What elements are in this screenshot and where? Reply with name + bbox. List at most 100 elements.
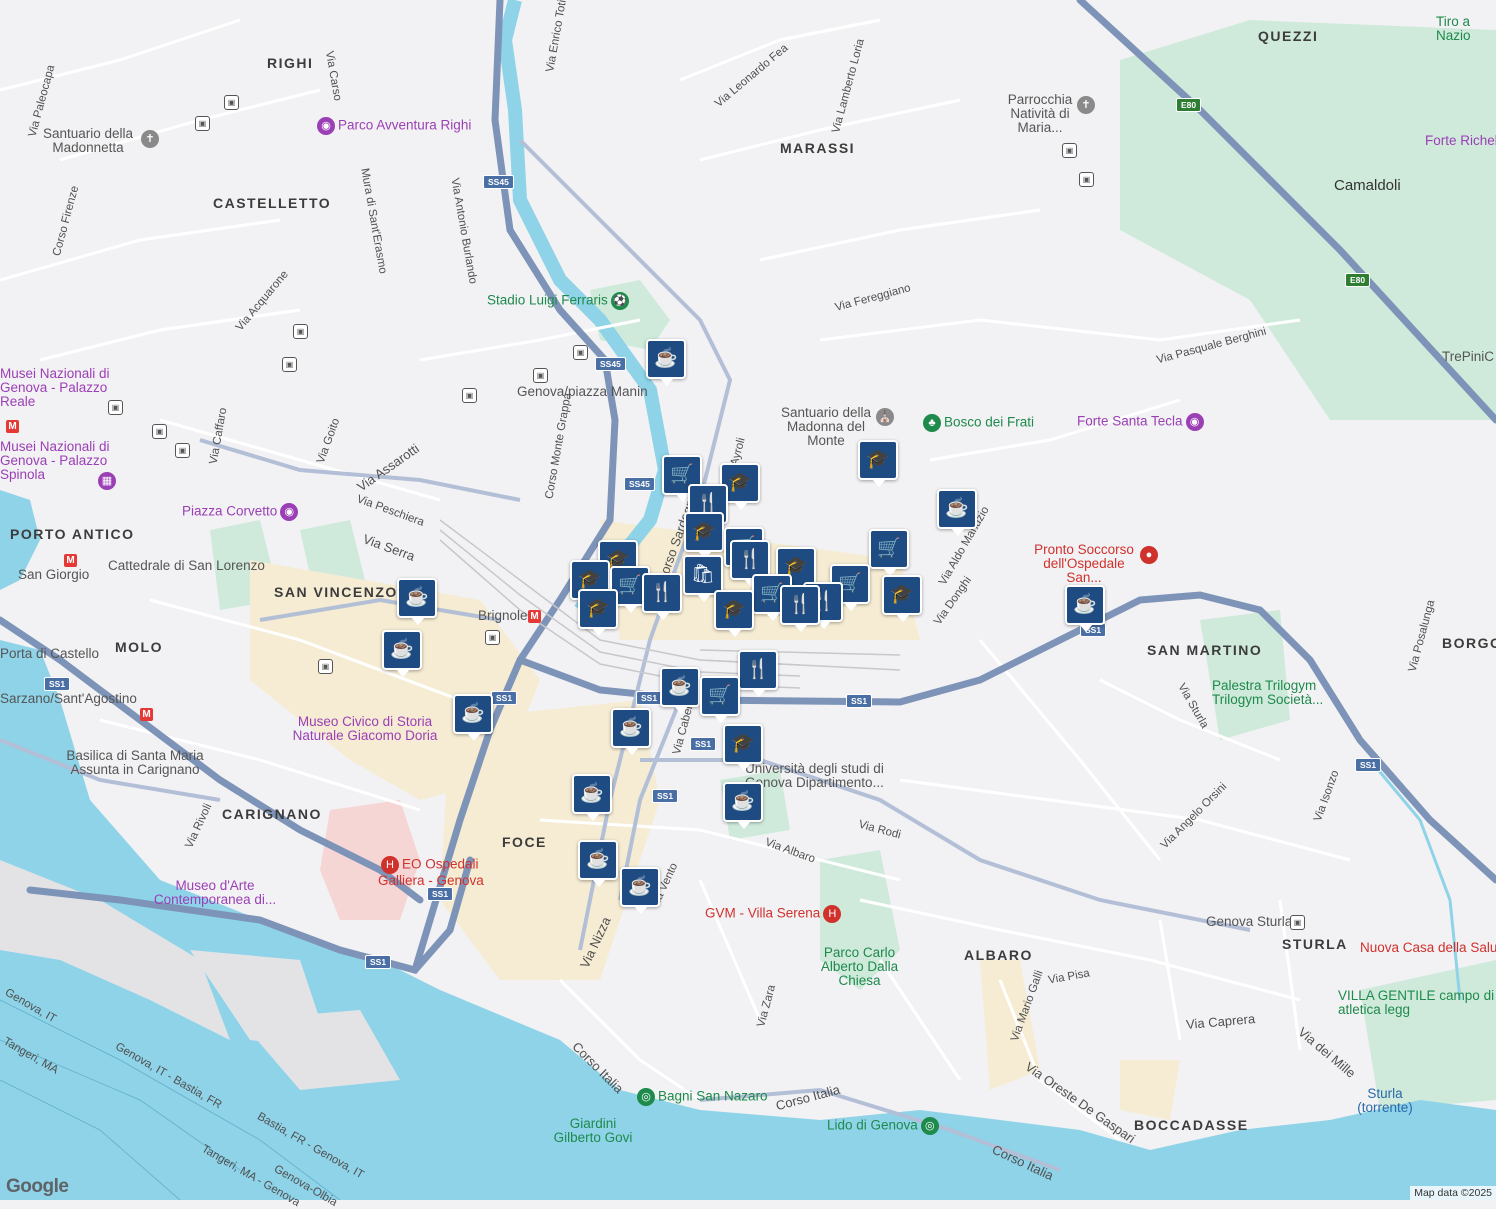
school-pin[interactable]: 🎓 (723, 724, 763, 771)
bus-icon: ▣ (175, 443, 190, 458)
poi-santuario-madonnetta[interactable]: Santuario della Madonnetta (38, 127, 138, 155)
cafe-pin[interactable]: ☕ (382, 630, 422, 677)
school-pin[interactable]: 🎓 (882, 575, 922, 622)
school-pin[interactable]: 🎓 (578, 589, 618, 636)
poi-genova-sturla[interactable]: Genova Sturla (1206, 915, 1292, 929)
poi-eo-ospedali-galliera[interactable]: H EO Ospedali Galliera - Genova (378, 856, 518, 888)
fork-knife-icon: 🍴 (650, 582, 674, 603)
coffee-cup-icon: ☕ (654, 348, 678, 369)
poi-label: GVM - Villa Serena (705, 905, 821, 921)
poi-label: San Giorgio (18, 567, 90, 582)
poi-basilica-carignano[interactable]: Basilica di Santa Maria Assunta in Carig… (60, 749, 210, 777)
poi-label: Musei Nazionali di Genova - Palazzo Real… (0, 366, 110, 409)
poi-forte-santa-tecla[interactable]: Forte Santa Tecla ◉ (1077, 413, 1207, 431)
poi-label: Piazza Corvetto (182, 503, 278, 519)
poi-museo-storia-naturale[interactable]: Museo Civico di Storia Naturale Giacomo … (290, 715, 440, 743)
school-pin[interactable]: 🎓 (714, 590, 754, 637)
cafe-pin[interactable]: ☕ (572, 774, 612, 821)
cafe-pin[interactable]: ☕ (660, 667, 700, 714)
coffee-cup-icon: ☕ (580, 783, 604, 804)
poi-museo-arte-contemporanea[interactable]: Museo d'Arte Contemporanea di... (150, 879, 280, 907)
poi-stadio-luigi-ferraris[interactable]: Stadio Luigi Ferraris ⚽ (487, 292, 632, 310)
poi-trepini[interactable]: TrePiniC (1442, 350, 1494, 364)
poi-giardini-govi[interactable]: Giardini Gilberto Govi (548, 1117, 638, 1145)
graduation-cap-icon: 🎓 (722, 599, 746, 620)
poi-villa-gentile[interactable]: VILLA GENTILE campo di atletica legg (1338, 989, 1496, 1017)
map-attribution[interactable]: Map data ©2025 (1410, 1186, 1496, 1200)
poi-sturla-torrente[interactable]: Sturla (torrente) (1345, 1087, 1425, 1115)
beach-icon: ◎ (637, 1088, 655, 1106)
restaurant-pin[interactable]: 🍴 (780, 585, 820, 632)
metro-icon-2: M (140, 708, 153, 721)
metro-icon: M (64, 554, 77, 567)
area-san-vincenzo: SAN VINCENZO (274, 584, 398, 600)
cafe-pin[interactable]: ☕ (620, 867, 660, 914)
poi-label: Genova Sturla (1206, 914, 1293, 929)
poi-label: Giardini Gilberto Govi (553, 1116, 633, 1145)
poi-bosco-dei-frati[interactable]: ♣ Bosco dei Frati (920, 414, 1034, 432)
area-foce: FOCE (502, 834, 547, 850)
grocery-pin[interactable]: 🛒 (700, 676, 740, 723)
restaurant-pin[interactable]: 🍴 (642, 573, 682, 620)
poi-nuova-casa-salute[interactable]: Nuova Casa della Salu (1360, 941, 1496, 955)
cafe-pin[interactable]: ☕ (723, 782, 763, 829)
poi-label: Basilica di Santa Maria Assunta in Carig… (66, 748, 204, 777)
cafe-pin[interactable]: ☕ (611, 708, 651, 755)
poi-bagni-san-nazaro[interactable]: ◎ Bagni San Nazaro (634, 1088, 768, 1106)
museum-icon: ▦ (95, 472, 119, 490)
river-sturla (1368, 759, 1462, 1001)
poi-gvm-villa-serena[interactable]: GVM - Villa Serena H (705, 905, 844, 923)
poi-label: Parco Avventura Righi (338, 117, 472, 133)
metro-icon: M (528, 610, 541, 623)
area-sturla: STURLA (1282, 936, 1348, 952)
road-shield-ss1: SS1 (1355, 758, 1382, 772)
shopping-bag-icon: 🛍 (690, 564, 716, 585)
cafe-pin[interactable]: ☕ (397, 578, 437, 625)
poi-genova-piazza-manin[interactable]: Genova/piazza Manin (517, 385, 648, 399)
poi-sarzano[interactable]: Sarzano/Sant'Agostino (0, 692, 137, 706)
poi-tiro-a-segno[interactable]: Tiro a Nazio (1436, 15, 1496, 43)
graduation-cap-icon: 🎓 (890, 584, 914, 605)
poi-san-giorgio[interactable]: San Giorgio (18, 568, 89, 582)
poi-palestra-trilogym[interactable]: Palestra Trilogym Trilogym Società... (1212, 679, 1362, 707)
area-porto-antico: PORTO ANTICO (10, 526, 135, 542)
poi-label: Lido di Genova (827, 1117, 918, 1133)
poi-cattedrale-san-lorenzo[interactable]: Cattedrale di San Lorenzo (108, 559, 265, 573)
poi-parrocchia-nativita[interactable]: Parrocchia Natività di Maria... (1000, 93, 1080, 135)
poi-universita-genova[interactable]: Università degli studi di Genova Diparti… (745, 762, 895, 790)
area-camaldoli: Camaldoli (1334, 177, 1401, 194)
road-shield-ss45: SS45 (483, 175, 514, 189)
poi-parco-carlo-alberto[interactable]: Parco Carlo Alberto Dalla Chiesa (812, 946, 907, 988)
poi-forte-richelieu[interactable]: Forte Richel (1425, 134, 1496, 148)
poi-brignole[interactable]: Brignole (478, 609, 528, 623)
shopping-pin[interactable]: 🛍 (683, 555, 723, 602)
school-pin[interactable]: 🎓 (684, 512, 724, 559)
cafe-pin[interactable]: ☕ (646, 339, 686, 386)
bus-icon: ▣ (1290, 915, 1305, 930)
road-shield-ss1: SS1 (652, 789, 679, 803)
fork-knife-icon: 🍴 (788, 594, 812, 615)
church-icon: ⛪ (873, 408, 897, 426)
poi-parco-avventura-righi[interactable]: ◉ Parco Avventura Righi (314, 117, 471, 135)
poi-porta-castello[interactable]: Porta di Castello (0, 647, 99, 661)
poi-label: Bosco dei Frati (944, 414, 1035, 430)
coffee-cup-icon: ☕ (405, 587, 429, 608)
coffee-cup-icon: ☕ (586, 849, 610, 870)
poi-lido-di-genova[interactable]: Lido di Genova ◎ (827, 1117, 942, 1135)
cafe-pin[interactable]: ☕ (453, 694, 493, 741)
road-shield-e80: E80 (1176, 98, 1202, 112)
road-shield-ss1: SS1 (427, 887, 454, 901)
fork-knife-icon: 🍴 (746, 659, 770, 680)
cafe-pin[interactable]: ☕ (578, 840, 618, 887)
poi-label: Cattedrale di San Lorenzo (108, 558, 265, 573)
poi-label: Parco Carlo Alberto Dalla Chiesa (820, 945, 899, 988)
poi-label: VILLA GENTILE campo di atletica legg (1338, 988, 1495, 1017)
grocery-pin[interactable]: 🛒 (869, 529, 909, 576)
school-pin[interactable]: 🎓 (858, 440, 898, 487)
cafe-pin[interactable]: ☕ (937, 489, 977, 536)
poi-pronto-soccorso[interactable]: Pronto Soccorso dell'Ospedale San... (1028, 543, 1140, 585)
restaurant-pin[interactable]: 🍴 (738, 650, 778, 697)
cafe-pin[interactable]: ☕ (1065, 585, 1105, 632)
poi-piazza-corvetto[interactable]: Piazza Corvetto ◉ (182, 503, 301, 521)
bus-icon: ▣ (293, 324, 308, 339)
